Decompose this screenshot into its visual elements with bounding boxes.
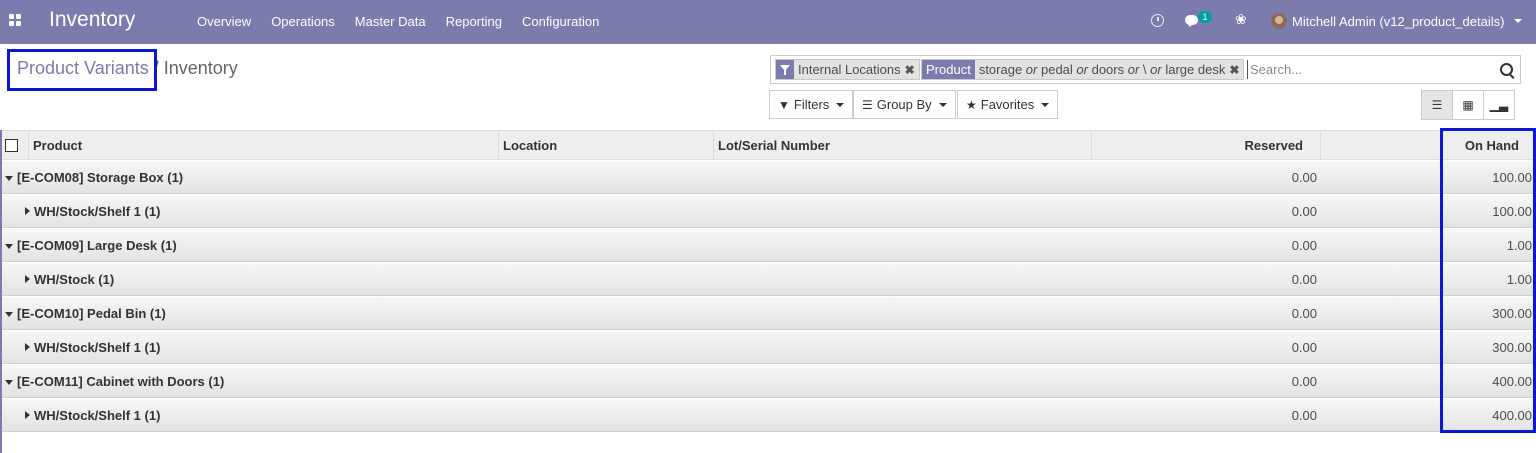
chevron-down-icon <box>1041 102 1050 107</box>
group-label: WH/Stock/Shelf 1 (1) <box>34 340 161 355</box>
facet-value: Internal Locations <box>798 62 901 77</box>
facet-product: Product storage or pedal or doors or \ o… <box>921 59 1245 80</box>
messages-icon[interactable] <box>1185 15 1198 27</box>
apps-menu-icon[interactable] <box>9 14 25 30</box>
reserved-value: 0.00 <box>1291 408 1317 423</box>
group-row[interactable]: WH/Stock (1) 0.00 1.00 <box>0 262 1536 296</box>
close-icon[interactable]: ✖ <box>1229 60 1243 79</box>
reserved-value: 0.00 <box>1291 306 1317 321</box>
group-label: [E-COM11] Cabinet with Doors (1) <box>17 374 225 389</box>
breadcrumb-highlight-box <box>7 49 157 91</box>
caret-right-icon <box>25 207 30 215</box>
col-lot-serial[interactable]: Lot/Serial Number <box>713 131 1091 160</box>
menu-operations[interactable]: Operations <box>261 0 345 44</box>
caret-right-icon <box>25 411 30 419</box>
reserved-value: 0.00 <box>1291 340 1317 355</box>
graph-view-icon[interactable]: ▁▃ <box>1483 90 1515 120</box>
content-left-border <box>0 130 2 453</box>
group-label: [E-COM10] Pedal Bin (1) <box>17 306 166 321</box>
select-all-checkbox[interactable] <box>5 139 18 152</box>
app-title[interactable]: Inventory <box>49 8 135 32</box>
group-label: WH/Stock/Shelf 1 (1) <box>34 408 161 423</box>
reserved-value: 0.00 <box>1291 374 1317 389</box>
group-row[interactable]: [E-COM11] Cabinet with Doors (1) 0.00 40… <box>0 364 1536 398</box>
top-navbar: Inventory Overview Operations Master Dat… <box>0 0 1536 44</box>
close-icon[interactable]: ✖ <box>905 60 919 79</box>
group-row[interactable]: WH/Stock/Shelf 1 (1) 0.00 400.00 <box>0 398 1536 432</box>
group-row[interactable]: [E-COM08] Storage Box (1) 0.00 100.00 <box>0 160 1536 194</box>
user-avatar[interactable] <box>1271 13 1287 29</box>
filters-label: Filters <box>793 97 830 112</box>
user-menu[interactable]: Mitchell Admin (v12_product_details) <box>1292 14 1504 29</box>
group-by-label: Group By <box>876 97 932 112</box>
grouped-list: Product Location Lot/Serial Number Reser… <box>0 130 1536 432</box>
reserved-value: 0.00 <box>1291 272 1317 287</box>
group-label: WH/Stock (1) <box>34 272 115 287</box>
group-row[interactable]: [E-COM10] Pedal Bin (1) 0.00 300.00 <box>0 296 1536 330</box>
list-bars-icon: ☰ <box>862 97 873 112</box>
menu-overview[interactable]: Overview <box>187 0 261 44</box>
caret-down-icon <box>5 176 13 181</box>
debug-bug-icon[interactable]: ❀ <box>1235 11 1247 28</box>
caret-right-icon <box>25 275 30 283</box>
on-hand-column-highlight-box <box>1440 128 1536 433</box>
menu-configuration[interactable]: Configuration <box>512 0 609 44</box>
search-bar[interactable]: Internal Locations ✖ Product storage or … <box>770 55 1521 84</box>
menu-reporting[interactable]: Reporting <box>436 0 512 44</box>
filter-funnel-icon: ▼ <box>778 97 790 112</box>
messages-count-badge: 1 <box>1198 11 1212 23</box>
group-by-button[interactable]: ☰ Group By <box>853 90 956 119</box>
caret-down-icon <box>5 244 13 249</box>
star-icon: ★ <box>966 97 977 112</box>
reserved-value: 0.00 <box>1291 170 1317 185</box>
caret-down-icon <box>5 312 13 317</box>
search-icon[interactable] <box>1500 63 1513 76</box>
activity-clock-icon[interactable] <box>1151 14 1164 27</box>
favorites-button[interactable]: ★ Favorites <box>957 90 1059 119</box>
group-row[interactable]: WH/Stock/Shelf 1 (1) 0.00 100.00 <box>0 194 1536 228</box>
filter-funnel-icon <box>776 60 794 79</box>
chevron-down-icon <box>836 102 845 107</box>
menu-master-data[interactable]: Master Data <box>345 0 436 44</box>
table-header: Product Location Lot/Serial Number Reser… <box>0 130 1536 160</box>
group-row[interactable]: [E-COM09] Large Desk (1) 0.00 1.00 <box>0 228 1536 262</box>
facet-value: storage or pedal or doors or \ or large … <box>978 62 1226 77</box>
favorites-label: Favorites <box>980 97 1035 112</box>
group-label: WH/Stock/Shelf 1 (1) <box>34 204 161 219</box>
facet-label: Product <box>922 60 975 79</box>
breadcrumb-current: Inventory <box>163 58 238 78</box>
reserved-value: 0.00 <box>1291 204 1317 219</box>
view-switcher: ☰ ▦ ▁▃ <box>1421 90 1515 120</box>
filters-button[interactable]: ▼ Filters <box>769 90 854 119</box>
group-row[interactable]: WH/Stock/Shelf 1 (1) 0.00 300.00 <box>0 330 1536 364</box>
caret-down-icon <box>5 380 13 385</box>
caret-right-icon <box>25 343 30 351</box>
search-input[interactable] <box>1247 60 1492 79</box>
reserved-value: 0.00 <box>1291 238 1317 253</box>
col-reserved[interactable]: Reserved <box>1091 131 1320 160</box>
list-view-icon[interactable]: ☰ <box>1421 90 1453 120</box>
group-label: [E-COM08] Storage Box (1) <box>17 170 184 185</box>
pivot-view-icon[interactable]: ▦ <box>1452 90 1484 120</box>
col-location[interactable]: Location <box>498 131 713 160</box>
chevron-down-icon[interactable] <box>1514 19 1522 23</box>
facet-internal-locations: Internal Locations ✖ <box>775 59 920 80</box>
main-menu: Overview Operations Master Data Reportin… <box>187 0 609 44</box>
col-product[interactable]: Product <box>28 131 498 160</box>
chevron-down-icon <box>938 102 947 107</box>
group-label: [E-COM09] Large Desk (1) <box>17 238 177 253</box>
